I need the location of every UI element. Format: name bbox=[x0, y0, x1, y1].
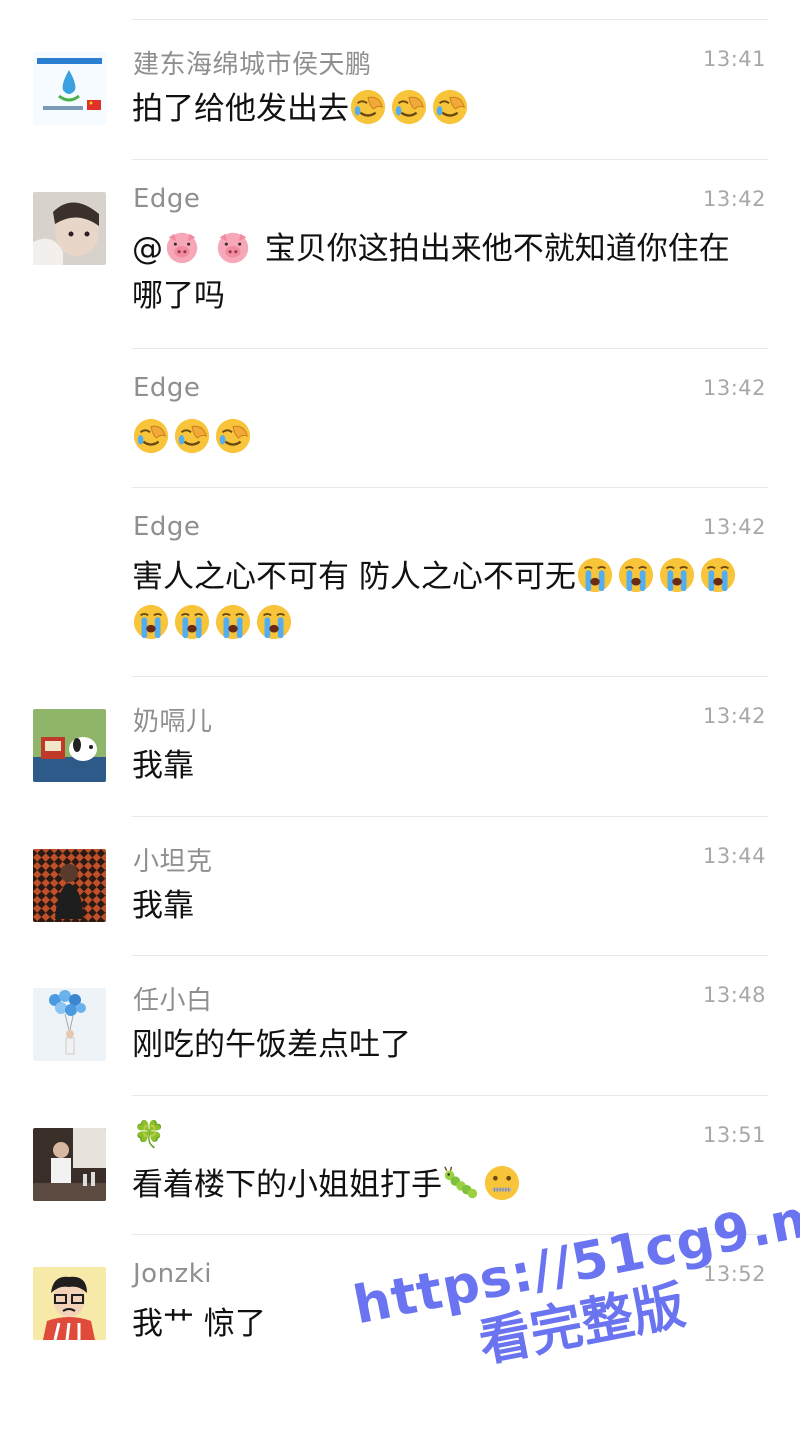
crying-emoji-icon bbox=[699, 556, 737, 594]
crying-emoji-icon bbox=[132, 603, 170, 641]
chat-message[interactable]: 小坦克 13:44 我靠 bbox=[0, 797, 800, 937]
message-time: 13:44 bbox=[702, 843, 766, 868]
crying-emoji-icon bbox=[617, 556, 655, 594]
message-text: @ 宝贝你这拍出来他不就知道你住在哪了吗 bbox=[132, 226, 752, 320]
pig-emoji-icon bbox=[214, 228, 252, 266]
sender-name: Edge bbox=[133, 183, 201, 214]
logo-avatar[interactable] bbox=[33, 52, 106, 125]
chat-message[interactable]: Edge 13:42 害人之心不可有 防人之心不可无 bbox=[0, 468, 800, 657]
sender-name: Edge bbox=[133, 512, 201, 542]
crying-emoji-icon bbox=[576, 556, 614, 594]
crying-emoji-icon bbox=[255, 603, 293, 641]
message-text-content: 拍了给他发出去 bbox=[132, 91, 349, 127]
mention-prefix: @ bbox=[132, 230, 163, 267]
message-time: 13:42 bbox=[702, 515, 766, 539]
facepalm-emoji-icon bbox=[390, 88, 428, 126]
sender-name: 任小白 bbox=[133, 986, 213, 1016]
sender-name: Edge bbox=[133, 372, 201, 403]
message-time: 13:42 bbox=[702, 186, 766, 211]
cartoon-avatar[interactable] bbox=[33, 1267, 106, 1340]
message-text: 拍了给他发出去 bbox=[132, 86, 752, 133]
facepalm-emoji-icon bbox=[173, 417, 211, 455]
message-text: 刚吃的午饭差点吐了 bbox=[132, 1027, 411, 1063]
facepalm-emoji-icon bbox=[431, 88, 469, 126]
message-text: 我靠 bbox=[132, 887, 194, 924]
chat-message[interactable]: 奶嗝儿 13:42 我靠 bbox=[0, 657, 800, 797]
sender-name: 小坦克 bbox=[133, 846, 213, 877]
chat-message[interactable]: 🍀 13:51 看着楼下的小姐姐打手 bbox=[0, 1076, 800, 1216]
message-time: 13:42 bbox=[702, 375, 766, 400]
message-time: 13:42 bbox=[702, 704, 766, 728]
message-text-content: 害人之心不可有 防人之心不可无 bbox=[132, 559, 576, 595]
chat-message[interactable]: Edge 13:42 @ 宝贝你这拍出来他不就知道你住在哪了吗 bbox=[0, 140, 800, 329]
message-text: 害人之心不可有 防人之心不可无 bbox=[132, 554, 752, 648]
chat-message[interactable]: Edge 13:42 bbox=[0, 329, 800, 469]
caterpillar-emoji-icon bbox=[442, 1164, 480, 1202]
chat-message[interactable]: 建东海绵城市侯天鹏 13:41 拍了给他发出去 bbox=[0, 0, 800, 140]
chat-message[interactable]: 任小白 13:48 刚吃的午饭差点吐了 bbox=[0, 936, 800, 1076]
message-text: 我靠 bbox=[132, 748, 194, 784]
person-avatar[interactable] bbox=[33, 848, 106, 922]
sender-name: 🍀 bbox=[133, 1119, 166, 1150]
facepalm-emoji-icon bbox=[214, 417, 252, 455]
pig-emoji-icon bbox=[163, 228, 201, 266]
crying-emoji-icon bbox=[214, 603, 252, 641]
message-time: 13:41 bbox=[702, 47, 766, 71]
sender-name: Jonzki bbox=[133, 1259, 212, 1289]
facepalm-emoji-icon bbox=[349, 88, 387, 126]
facepalm-emoji-icon bbox=[132, 417, 170, 455]
baby-avatar[interactable] bbox=[33, 191, 106, 265]
message-text bbox=[132, 415, 752, 462]
zipper-mouth-emoji-icon bbox=[483, 1164, 521, 1202]
message-time: 13:48 bbox=[702, 983, 766, 1007]
balloon-avatar[interactable] bbox=[33, 988, 106, 1061]
sender-name: 奶嗝儿 bbox=[133, 707, 213, 737]
message-time: 13:51 bbox=[702, 1122, 766, 1147]
room-avatar[interactable] bbox=[33, 1127, 106, 1201]
snoopy-avatar[interactable] bbox=[33, 709, 106, 782]
message-text-content: 看着楼下的小姐姐打手 bbox=[132, 1166, 442, 1203]
sender-name: 建东海绵城市侯天鹏 bbox=[133, 50, 372, 80]
crying-emoji-icon bbox=[658, 556, 696, 594]
crying-emoji-icon bbox=[173, 603, 211, 641]
message-text: 看着楼下的小姐姐打手 bbox=[132, 1162, 752, 1209]
chat-message-list: 建东海绵城市侯天鹏 13:41 拍了给他发出去 Edge 13:42 @ 宝贝你… bbox=[0, 0, 800, 1355]
